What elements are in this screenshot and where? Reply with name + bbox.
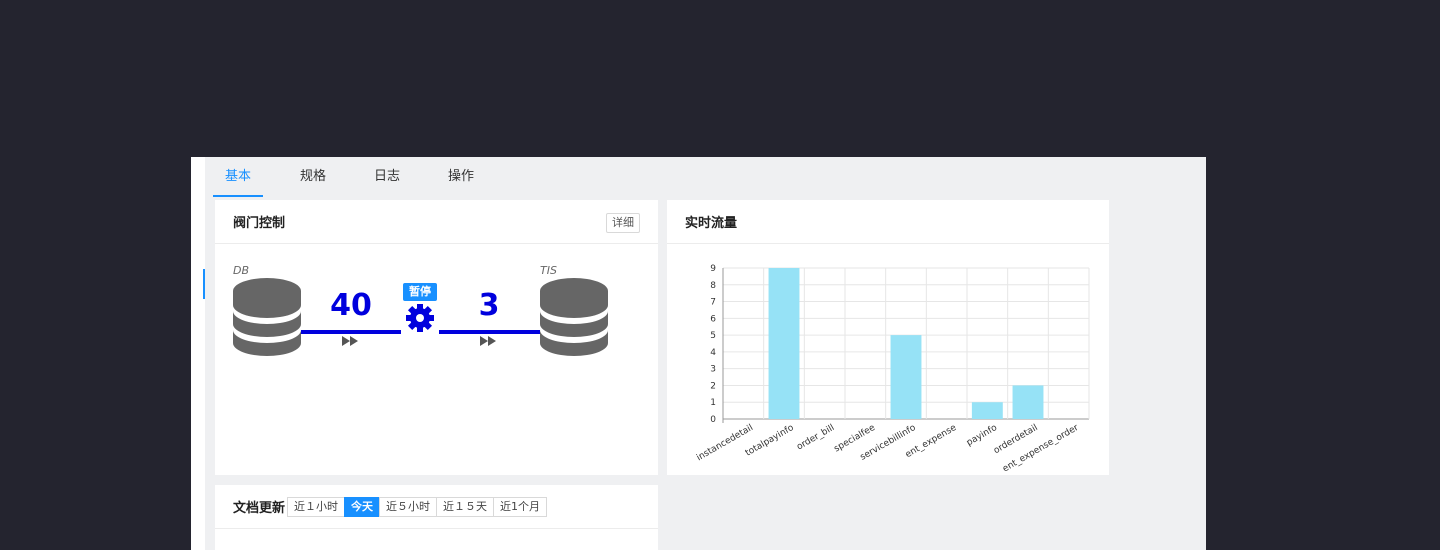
- x-tick-label: instancedetail: [695, 423, 755, 463]
- target-flow-line: [439, 330, 540, 334]
- y-tick-label: 8: [710, 281, 716, 291]
- doc-card-header: 文档更新 近１小时 今天 近５小时 近１５天 近1个月: [215, 485, 658, 529]
- bar: [971, 402, 1003, 419]
- valve-card-title: 阀门控制: [233, 216, 286, 231]
- instance-panel: 基本 规格 日志 操作 阀门控制 详细 DB 40 暂停 3 TIS 实时流量 …: [191, 157, 1206, 550]
- source-flow-line: [301, 330, 401, 334]
- sidebar-active-indicator: [203, 269, 205, 299]
- y-tick-label: 9: [710, 264, 716, 274]
- left-sidebar-edge: [191, 157, 205, 550]
- range-today[interactable]: 今天: [344, 496, 381, 517]
- bar: [768, 268, 800, 419]
- traffic-bar-chart: 0123456789instancedetailtotalpayinfo orde…: [695, 264, 1090, 475]
- fast-forward-icon: [342, 336, 358, 346]
- time-range-selector: 近１小时 今天 近５小时 近１５天 近1个月: [287, 496, 548, 517]
- target-label: TIS: [540, 264, 557, 277]
- gear-icon[interactable]: [406, 304, 434, 332]
- tab-log[interactable]: 日志: [362, 157, 412, 197]
- range-1-month[interactable]: 近1个月: [493, 496, 548, 517]
- source-count: 40: [330, 288, 372, 323]
- target-count: 3: [478, 288, 500, 323]
- valve-diagram: DB 40 暂停 3 TIS: [215, 244, 658, 474]
- y-tick-label: 2: [710, 381, 716, 391]
- y-tick-label: 5: [710, 331, 716, 341]
- bar: [890, 335, 922, 419]
- x-tick-label: payinfo: [965, 423, 999, 449]
- y-tick-label: 1: [710, 398, 716, 408]
- source-label: DB: [233, 264, 250, 277]
- valve-control-card: 阀门控制 详细 DB 40 暂停 3 TIS: [215, 200, 658, 475]
- tab-bar: 基本 规格 日志 操作: [213, 157, 486, 197]
- tab-spec[interactable]: 规格: [288, 157, 338, 197]
- range-15-days[interactable]: 近１５天: [436, 496, 495, 517]
- doc-card-title: 文档更新: [233, 501, 286, 516]
- tab-operation[interactable]: 操作: [436, 157, 486, 197]
- range-5-hours[interactable]: 近５小时: [379, 496, 438, 517]
- tab-basic[interactable]: 基本: [213, 157, 263, 197]
- y-tick-label: 7: [710, 298, 716, 308]
- valve-card-header: 阀门控制 详细: [215, 200, 658, 244]
- y-tick-label: 4: [710, 348, 716, 358]
- traffic-card-title: 实时流量: [685, 216, 738, 231]
- range-1-hour[interactable]: 近１小时: [287, 496, 346, 517]
- source-database-icon: [233, 278, 301, 356]
- x-tick-label: ent_expense_order: [1001, 423, 1080, 475]
- x-tick-label: order_bill: [795, 423, 836, 453]
- y-tick-label: 6: [710, 314, 716, 324]
- bar: [1012, 385, 1044, 419]
- target-database-icon: [540, 278, 608, 356]
- detail-button[interactable]: 详细: [606, 213, 640, 233]
- traffic-card-header: 实时流量: [667, 200, 1109, 244]
- y-tick-label: 3: [710, 365, 716, 375]
- pause-button[interactable]: 暂停: [403, 283, 437, 301]
- realtime-traffic-card: 实时流量 0 1 2 3 4 5 6 7 8 9 instancedetail totalpayinf…: [667, 200, 1109, 475]
- document-update-card: 文档更新 近１小时 今天 近５小时 近１５天 近1个月: [215, 485, 658, 550]
- fast-forward-icon: [480, 336, 496, 346]
- y-tick-label: 0: [710, 415, 716, 425]
